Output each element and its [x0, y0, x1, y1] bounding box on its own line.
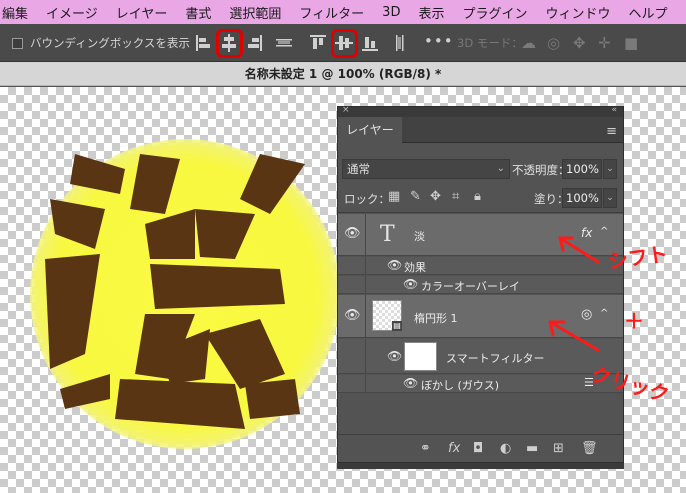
tab-layers[interactable]: レイヤー [338, 117, 402, 143]
lock-all-icon[interactable]: 🔒︎ [474, 189, 481, 204]
fill-input[interactable]: 100% [562, 188, 602, 208]
eye-icon[interactable]: 👁︎ [387, 349, 402, 363]
distribute-vertical-icon[interactable] [389, 32, 411, 54]
lock-transparent-icon[interactable]: ▦ [388, 189, 400, 204]
smart-filter-mask-icon[interactable]: ◎ [581, 307, 592, 322]
link-layers-icon[interactable]: ⚭ [420, 441, 431, 456]
lock-label: ロック： [344, 192, 390, 206]
menu-edit[interactable]: 編集 [0, 3, 37, 22]
blend-mode-select[interactable]: 通常 ⌄ [342, 159, 510, 179]
menu-layer[interactable]: レイヤー [107, 3, 177, 22]
3d-slide-icon: ✛ [598, 34, 611, 52]
new-layer-icon[interactable]: ⊞ [553, 441, 564, 456]
align-bottom-icon[interactable] [359, 32, 381, 54]
panel-collapse-icon[interactable]: « [611, 105, 617, 115]
highlight-align-center [216, 29, 243, 58]
add-mask-icon[interactable]: ◘ [473, 441, 483, 456]
menu-type[interactable]: 書式 [176, 3, 220, 22]
eye-icon[interactable]: 👁︎ [344, 226, 361, 241]
menu-select[interactable]: 選択範囲 [220, 3, 290, 22]
lock-position-icon[interactable]: ✥ [430, 189, 441, 204]
effects-label: 効果 [404, 261, 426, 274]
filter-visibility-col [338, 375, 366, 392]
panel-footer: ⚭ fx ◘ ◐ ▬ ⊞ 🗑︎ [338, 434, 623, 462]
layer-name[interactable]: 楕円形 1 [414, 310, 458, 326]
align-right-icon[interactable] [243, 32, 265, 54]
menu-plugins[interactable]: プラグイン [453, 3, 536, 22]
3d-pan-icon: ✥ [573, 34, 586, 52]
text-layer-icon: T [380, 222, 395, 247]
opacity-dropdown-icon[interactable]: ⌄ [603, 159, 617, 179]
3d-roll-icon: ◎ [547, 34, 561, 52]
filters-visibility-col [338, 339, 366, 373]
more-options-icon[interactable]: ••• [424, 32, 454, 50]
fx-icon[interactable]: fx [581, 226, 592, 240]
layer-thumbnail: ▤ [372, 300, 402, 331]
layer-row-ellipse[interactable]: 👁︎ ▤ 楕円形 1 ◎ ^ [338, 295, 623, 338]
filter-name: ぼかし (ガウス) [421, 379, 500, 392]
lock-artboard-icon[interactable]: ⌗ [452, 189, 459, 204]
opacity-input[interactable]: 100% [562, 159, 602, 179]
3d-mode-label: 3D モード： [457, 36, 523, 50]
bounding-box-checkbox[interactable] [12, 38, 23, 49]
new-group-icon[interactable]: ▬ [526, 441, 538, 456]
layer-visibility: 👁︎ [338, 295, 366, 337]
adjustment-layer-icon[interactable]: ◐ [500, 441, 511, 456]
align-left-icon[interactable] [193, 32, 215, 54]
expand-effects-icon[interactable]: ^ [600, 226, 608, 237]
align-top-icon[interactable] [307, 32, 329, 54]
filter-mask-thumbnail [404, 342, 437, 371]
eye-icon[interactable]: 👁︎ [344, 308, 361, 323]
menu-bar: 編集 イメージ レイヤー 書式 選択範囲 フィルター 3D 表示 プラグイン ウ… [0, 0, 686, 24]
eye-icon[interactable]: 👁︎ [403, 376, 418, 390]
layer-name[interactable]: 淡 [414, 228, 425, 244]
chevron-down-icon: ⌄ [496, 163, 505, 174]
delete-layer-icon[interactable]: 🗑︎ [581, 441, 598, 456]
options-bar: バウンディングボックスを表示 ••• 3D モード： ☁ ◎ ✥ ✛ ■ [0, 24, 686, 62]
annotation-plus: ＋ [624, 309, 644, 333]
3d-orbit-icon: ☁ [521, 34, 536, 52]
menu-filter[interactable]: フィルター [290, 3, 373, 22]
expand-filters-icon[interactable]: ^ [600, 308, 608, 319]
panel-bottom-edge [337, 463, 624, 469]
menu-3d[interactable]: 3D [373, 5, 409, 20]
eye-icon[interactable]: 👁︎ [403, 277, 418, 291]
bounding-box-label: バウンディングボックスを表示 [30, 36, 190, 50]
add-style-icon[interactable]: fx [448, 441, 460, 456]
opacity-label: 不透明度： [512, 163, 570, 177]
panel-tabs: レイヤー ≡ [338, 117, 623, 143]
fill-dropdown-icon[interactable]: ⌄ [603, 188, 617, 208]
layer-visibility: 👁︎ [338, 214, 366, 255]
highlight-align-middle [331, 29, 358, 58]
smart-object-icon: ▤ [392, 321, 402, 331]
panel-close-icon[interactable]: × [342, 105, 350, 115]
effects-row[interactable]: 👁︎ 効果 [338, 257, 623, 275]
smart-filters-row[interactable]: 👁︎ スマートフィルター [338, 339, 623, 374]
panel-titlebar: × « [338, 105, 623, 117]
menu-view[interactable]: 表示 [409, 3, 453, 22]
lock-pixels-icon[interactable]: ✎ [410, 189, 421, 204]
panel-menu-icon[interactable]: ≡ [606, 124, 617, 139]
panel-divider [338, 212, 623, 213]
menu-image[interactable]: イメージ [37, 3, 107, 22]
filter-gaussian-row[interactable]: 👁︎ ぼかし (ガウス) ☰ [338, 375, 623, 393]
blend-mode-value: 通常 [347, 162, 370, 176]
document-title: 名称未設定 1 @ 100% (RGB/8) * [0, 62, 686, 86]
layer-row-text[interactable]: 👁︎ T 淡 fx ^ [338, 214, 623, 256]
menu-help[interactable]: ヘルプ [620, 3, 677, 22]
effect-visibility-col [338, 276, 366, 293]
kanji-glyph [45, 154, 305, 429]
menu-window[interactable]: ウィンドウ [536, 3, 619, 22]
layers-panel: × « レイヤー ≡ 通常 ⌄ 不透明度： 100% ⌄ ロック： ▦ ✎ ✥ … [337, 105, 624, 463]
eye-icon[interactable]: 👁︎ [387, 258, 402, 272]
3d-camera-icon: ■ [624, 34, 639, 52]
smart-filters-label: スマートフィルター [446, 352, 545, 365]
effect-name: カラーオーバーレイ [421, 280, 520, 293]
effect-color-overlay-row[interactable]: 👁︎ カラーオーバーレイ [338, 276, 623, 294]
effects-visibility-col [338, 257, 366, 274]
distribute-horizontal-icon[interactable] [273, 32, 295, 54]
